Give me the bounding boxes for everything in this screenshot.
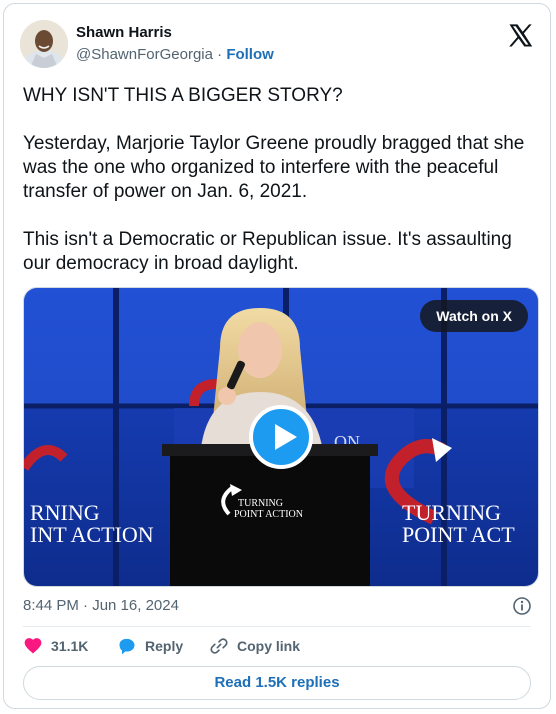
- like-count: 31.1K: [51, 638, 89, 654]
- read-replies-button[interactable]: Read 1.5K replies: [23, 666, 531, 700]
- x-logo-icon[interactable]: [506, 22, 534, 50]
- author-handle-row: @ShawnForGeorgia · Follow: [76, 46, 274, 63]
- tweet-text: WHY ISN'T THIS A BIGGER STORY? Yesterday…: [23, 84, 538, 300]
- copy-link-label: Copy link: [237, 638, 301, 654]
- info-icon[interactable]: [512, 596, 532, 616]
- copy-link-button[interactable]: Copy link: [209, 636, 300, 656]
- like-button[interactable]: 31.1K: [23, 636, 88, 656]
- tweet-header: Shawn Harris @ShawnForGeorgia · Follow: [20, 18, 534, 68]
- separator: ·: [217, 46, 223, 63]
- podium-text-line-2: POINT ACTION: [234, 509, 303, 520]
- podium-text-line-1: TURNING: [238, 498, 283, 509]
- reply-button[interactable]: Reply: [117, 636, 183, 656]
- watch-on-x-button[interactable]: Watch on X: [420, 300, 528, 332]
- avatar[interactable]: [20, 20, 68, 68]
- follow-button[interactable]: Follow: [226, 46, 274, 63]
- video-media[interactable]: ON RNING INT ACTION TURNING POINT ACT TU…: [23, 287, 539, 587]
- left-sign-line-2: INT ACTION: [30, 522, 154, 547]
- tweet-paragraph: WHY ISN'T THIS A BIGGER STORY?: [23, 85, 343, 106]
- author-handle[interactable]: @ShawnForGeorgia: [76, 46, 213, 63]
- link-icon: [210, 638, 228, 654]
- right-sign-line-2: POINT ACT: [402, 522, 515, 547]
- heart-icon: [24, 638, 42, 654]
- tweet-paragraph: Yesterday, Marjorie Taylor Greene proudl…: [23, 133, 525, 202]
- reply-bubble-icon: [119, 638, 135, 655]
- play-icon[interactable]: [249, 405, 313, 469]
- divider: [23, 626, 531, 627]
- tweet-card: Shawn Harris @ShawnForGeorgia · Follow W…: [3, 3, 551, 709]
- tweet-paragraph: This isn't a Democratic or Republican is…: [23, 229, 512, 274]
- tweet-timestamp[interactable]: 8:44 PM · Jun 16, 2024: [23, 597, 179, 614]
- reply-label: Reply: [145, 638, 184, 654]
- author-name[interactable]: Shawn Harris: [76, 24, 172, 41]
